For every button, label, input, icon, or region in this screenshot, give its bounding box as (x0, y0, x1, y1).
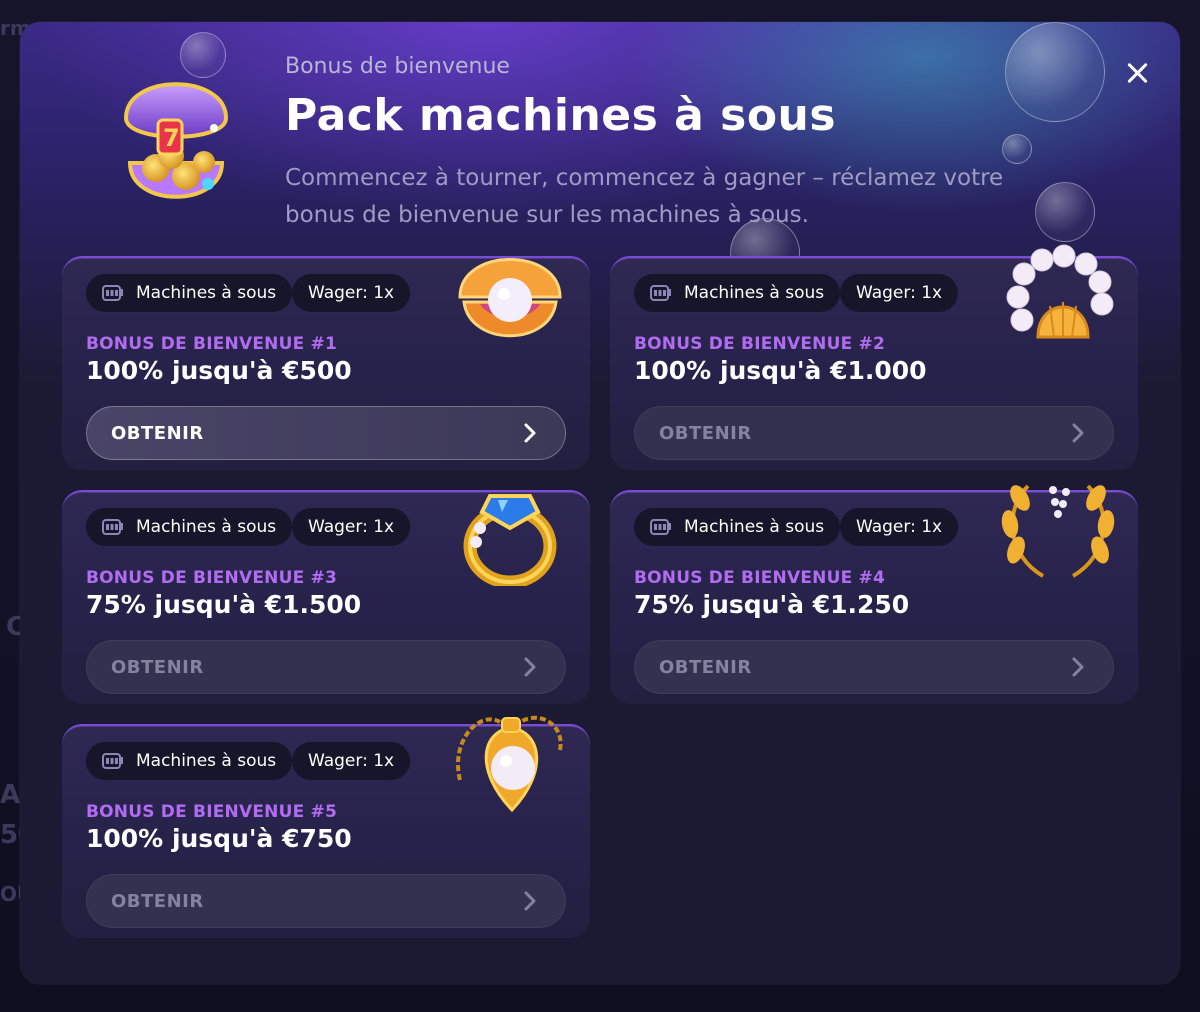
category-chip: Machines à sous (86, 742, 293, 780)
bonus-card-4: Machines à sous Wager: 1x BONUS DE BIENV… (610, 484, 1138, 704)
category-chip: Machines à sous (634, 508, 841, 546)
bonus-amount: 75% jusqu'à €1.500 (86, 590, 362, 619)
slot-machine-icon (650, 285, 671, 301)
obtain-button[interactable]: OBTENIR (634, 640, 1114, 694)
wager-label: Wager: 1x (856, 517, 943, 537)
wager-chip: Wager: 1x (840, 274, 959, 312)
category-label: Machines à sous (684, 283, 825, 303)
bonus-label: BONUS DE BIENVENUE #1 (86, 334, 337, 354)
bonus-amount: 75% jusqu'à €1.250 (634, 590, 910, 619)
svg-text:7: 7 (163, 124, 180, 152)
wager-chip: Wager: 1x (292, 274, 411, 312)
category-label: Machines à sous (684, 517, 825, 537)
slot-machine-icon (102, 753, 123, 769)
obtain-button[interactable]: OBTENIR (86, 406, 566, 460)
pearl-pendant-icon (456, 715, 563, 813)
category-chip: Machines à sous (86, 274, 293, 312)
category-label: Machines à sous (136, 283, 277, 303)
bonus-card-3: Machines à sous Wager: 1x BONUS DE BIENV… (62, 490, 590, 704)
chevron-right-icon (1072, 657, 1084, 677)
bonus-card-1: Machines à sous Wager: 1x BONUS DE BIENV… (62, 256, 590, 470)
wager-chip: Wager: 1x (840, 508, 959, 546)
obtain-button-label: OBTENIR (111, 422, 204, 444)
obtain-button-label: OBTENIR (659, 422, 752, 444)
bonus-amount: 100% jusqu'à €750 (86, 824, 352, 853)
pearl-bracelet-icon (1006, 244, 1114, 339)
bubble-decoration (1005, 22, 1105, 122)
modal-subtitle: Commencez à tourner, commencez à gagner … (285, 165, 1004, 228)
bonus-modal: 7 Bonus de bienvenue Pack machines à sou… (20, 22, 1180, 984)
category-chip: Machines à sous (634, 274, 841, 312)
obtain-button-label: OBTENIR (659, 656, 752, 678)
slot-machine-icon (102, 285, 123, 301)
bonus-label: BONUS DE BIENVENUE #5 (86, 802, 337, 822)
bonus-card-2: Machines à sous Wager: 1x BONUS DE BIENV… (610, 244, 1138, 470)
category-label: Machines à sous (136, 517, 277, 537)
obtain-button[interactable]: OBTENIR (634, 406, 1114, 460)
bonus-label: BONUS DE BIENVENUE #2 (634, 334, 885, 354)
chevron-right-icon (524, 891, 536, 911)
modal-title: Pack machines à sous (285, 90, 837, 141)
wager-label: Wager: 1x (308, 283, 395, 303)
pearl-shell-icon (458, 258, 562, 338)
slot-machine-icon (650, 519, 671, 535)
laurel-wreath-icon (1001, 484, 1115, 578)
category-chip: Machines à sous (86, 508, 293, 546)
chevron-right-icon (524, 657, 536, 677)
bonus-card-5: Machines à sous Wager: 1x BONUS DE BIENV… (62, 715, 590, 938)
wager-label: Wager: 1x (308, 517, 395, 537)
obtain-button[interactable]: OBTENIR (86, 640, 566, 694)
close-button[interactable] (1120, 56, 1154, 90)
bonus-amount: 100% jusqu'à €1.000 (634, 356, 927, 385)
modal-eyebrow: Bonus de bienvenue (285, 54, 510, 79)
bonus-label: BONUS DE BIENVENUE #3 (86, 568, 337, 588)
slot-machine-icon (102, 519, 123, 535)
wager-label: Wager: 1x (308, 751, 395, 771)
wager-chip: Wager: 1x (292, 742, 411, 780)
obtain-button-label: OBTENIR (111, 890, 204, 912)
chevron-right-icon (1072, 423, 1084, 443)
chevron-right-icon (524, 423, 536, 443)
sapphire-ring-icon (463, 494, 557, 586)
bonus-label: BONUS DE BIENVENUE #4 (634, 568, 885, 588)
wager-chip: Wager: 1x (292, 508, 411, 546)
wager-label: Wager: 1x (856, 283, 943, 303)
obtain-button[interactable]: OBTENIR (86, 874, 566, 928)
obtain-button-label: OBTENIR (111, 656, 204, 678)
category-label: Machines à sous (136, 751, 277, 771)
bonus-amount: 100% jusqu'à €500 (86, 356, 352, 385)
treasure-shell-icon: 7 (123, 82, 229, 199)
